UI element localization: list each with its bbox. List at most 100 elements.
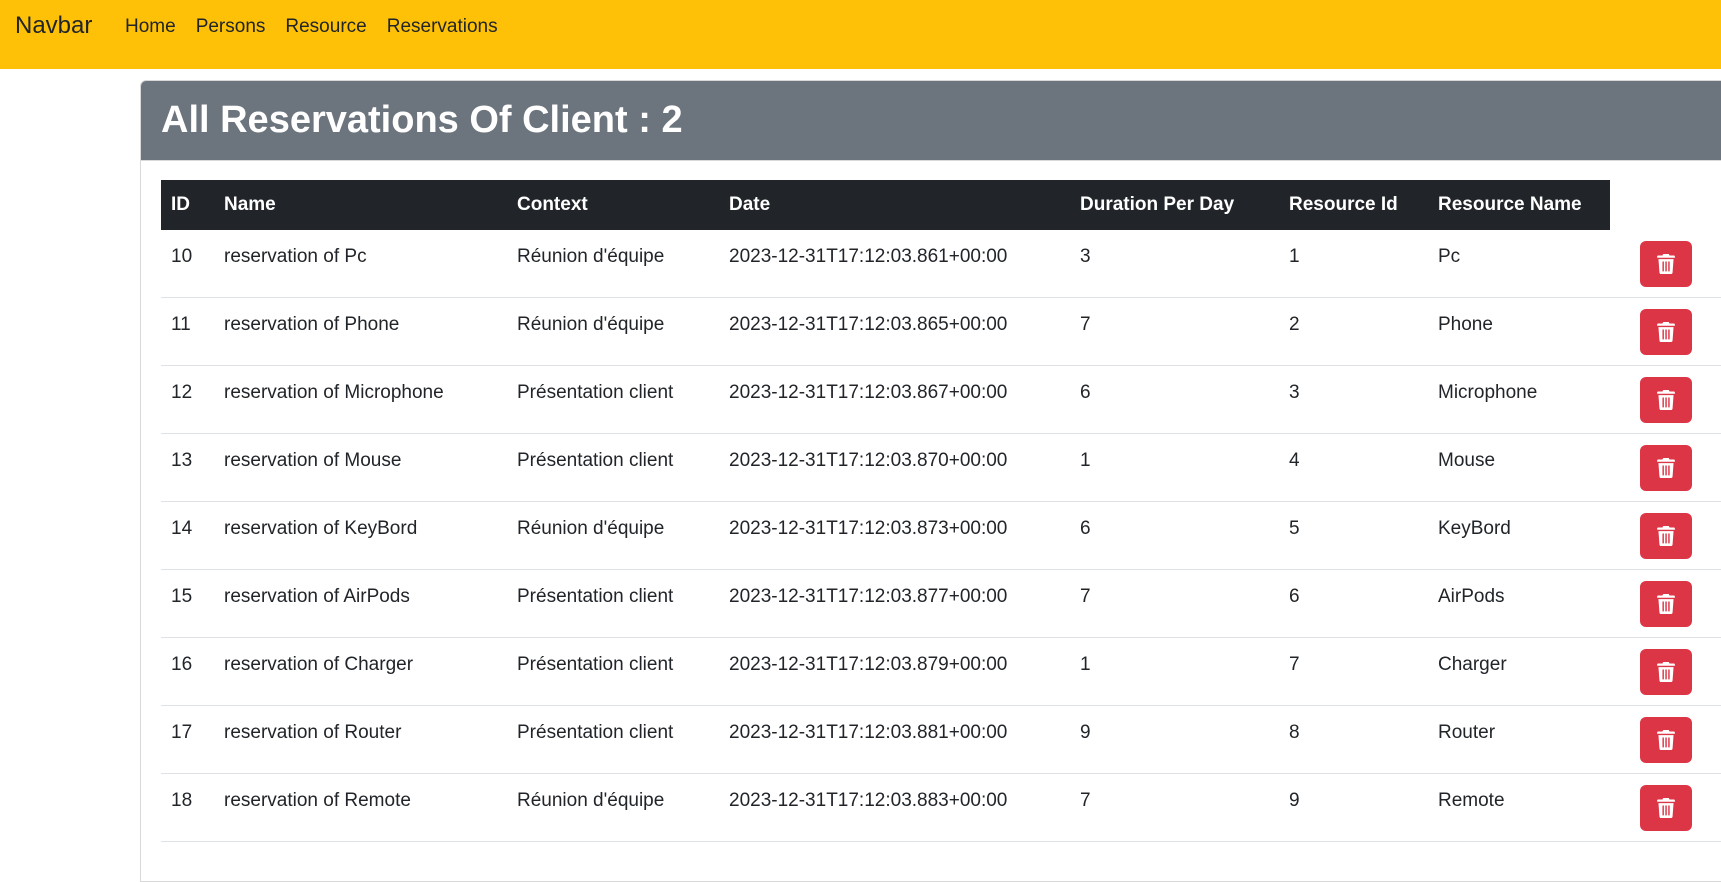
cell-resource-name: Pc: [1428, 230, 1610, 298]
cell-id-text: 13: [171, 449, 193, 471]
cell-resource-id-text: 7: [1289, 653, 1300, 675]
cell-resource-name: Charger: [1428, 637, 1610, 706]
cell-resource-id-text: 6: [1289, 585, 1300, 607]
cell-actions: [1610, 365, 1721, 434]
table-body: 10 reservation of Pc Réunion d'équipe 2023-…: [161, 230, 1721, 842]
cell-date: 2023-12-31T17:12:03.867+00:00: [719, 365, 1070, 434]
delete-button[interactable]: [1640, 580, 1692, 627]
cell-resource-name-text: AirPods: [1438, 585, 1505, 607]
cell-date: 2023-12-31T17:12:03.873+00:00: [719, 501, 1070, 570]
cell-id: 10: [161, 230, 214, 298]
trash-icon: [1657, 389, 1675, 410]
cell-resource-name-text: Charger: [1438, 653, 1507, 675]
delete-button[interactable]: [1640, 376, 1692, 423]
cell-name-text: reservation of Mouse: [224, 449, 402, 471]
delete-button[interactable]: [1640, 716, 1692, 763]
cell-resource-id-text: 1: [1289, 245, 1300, 267]
column-header-resource-id: Resource Id: [1279, 180, 1428, 230]
cell-id: 17: [161, 705, 214, 774]
cell-date-text: 2023-12-31T17:12:03.865+00:00: [729, 313, 1008, 335]
card-header: All Reservations Of Client : 2: [141, 81, 1721, 161]
cell-context: Réunion d'équipe: [507, 501, 719, 570]
cell-id-text: 12: [171, 381, 193, 403]
table-row: 11 reservation of Phone Réunion d'équipe 20…: [161, 297, 1721, 366]
cell-context-text: Présentation client: [517, 585, 674, 607]
cell-name: reservation of AirPods: [214, 569, 507, 638]
cell-id: 15: [161, 569, 214, 638]
page-title: All Reservations Of Client : 2: [161, 99, 683, 141]
table-row: 13 reservation of Mouse Présentation clien…: [161, 433, 1721, 502]
delete-button[interactable]: [1640, 444, 1692, 491]
cell-id: 12: [161, 365, 214, 434]
table-header-row: ID Name Context Date Duration Per Day Re…: [161, 180, 1721, 230]
cell-resource-id-text: 8: [1289, 721, 1300, 743]
cell-duration: 6: [1070, 501, 1279, 570]
cell-name-text: reservation of AirPods: [224, 585, 410, 607]
cell-resource-name: Phone: [1428, 297, 1610, 366]
cell-id-text: 17: [171, 721, 193, 743]
cell-resource-name: Remote: [1428, 773, 1610, 842]
cell-name: reservation of Mouse: [214, 433, 507, 502]
nav-link-resource[interactable]: Resource: [285, 16, 366, 38]
cell-actions: [1610, 433, 1721, 502]
cell-date: 2023-12-31T17:12:03.870+00:00: [719, 433, 1070, 502]
cell-resource-id: 5: [1279, 501, 1428, 570]
cell-name-text: reservation of Phone: [224, 313, 400, 335]
navbar-brand[interactable]: Navbar: [15, 12, 92, 40]
cell-context-text: Réunion d'équipe: [517, 517, 665, 539]
table-row: 14 reservation of KeyBord Réunion d'équipe…: [161, 501, 1721, 570]
cell-resource-name: Router: [1428, 705, 1610, 774]
cell-name: reservation of Charger: [214, 637, 507, 706]
cell-resource-id-text: 2: [1289, 313, 1300, 335]
nav-link-reservations[interactable]: Reservations: [387, 16, 498, 38]
nav-link-persons[interactable]: Persons: [196, 16, 266, 38]
nav-link-home[interactable]: Home: [125, 16, 176, 38]
cell-resource-id: 4: [1279, 433, 1428, 502]
cell-resource-name-text: KeyBord: [1438, 517, 1511, 539]
cell-resource-name-text: Mouse: [1438, 449, 1496, 471]
cell-context: Réunion d'équipe: [507, 230, 719, 298]
column-header-id: ID: [161, 180, 214, 230]
cell-duration-text: 1: [1080, 449, 1091, 471]
cell-resource-id-text: 3: [1289, 381, 1300, 403]
cell-resource-id: 3: [1279, 365, 1428, 434]
trash-icon: [1657, 661, 1675, 682]
column-header-context: Context: [507, 180, 719, 230]
cell-date-text: 2023-12-31T17:12:03.870+00:00: [729, 449, 1008, 471]
cell-date-text: 2023-12-31T17:12:03.873+00:00: [729, 517, 1008, 539]
table-row: 15 reservation of AirPods Présentation cli…: [161, 569, 1721, 638]
cell-resource-id: 7: [1279, 637, 1428, 706]
cell-duration: 1: [1070, 637, 1279, 706]
cell-resource-id: 2: [1279, 297, 1428, 366]
cell-context: Présentation client: [507, 637, 719, 706]
delete-button[interactable]: [1640, 512, 1692, 559]
cell-date: 2023-12-31T17:12:03.877+00:00: [719, 569, 1070, 638]
table-row: 18 reservation of Remote Réunion d'équipe 2…: [161, 773, 1721, 842]
cell-id: 18: [161, 773, 214, 842]
cell-date-text: 2023-12-31T17:12:03.879+00:00: [729, 653, 1008, 675]
reservations-card: All Reservations Of Client : 2 ID Name C…: [140, 80, 1721, 882]
cell-duration: 9: [1070, 705, 1279, 774]
cell-context-text: Présentation client: [517, 653, 674, 675]
cell-actions: [1610, 705, 1721, 774]
table-row: 17 reservation of Router Présentation clie…: [161, 705, 1721, 774]
cell-duration-text: 7: [1080, 585, 1091, 607]
cell-date: 2023-12-31T17:12:03.879+00:00: [719, 637, 1070, 706]
cell-resource-name: AirPods: [1428, 569, 1610, 638]
delete-button[interactable]: [1640, 648, 1692, 695]
cell-actions: [1610, 501, 1721, 570]
cell-actions: [1610, 297, 1721, 366]
cell-context-text: Présentation client: [517, 449, 674, 471]
nav-links: Home Persons Resource Reservations: [125, 16, 518, 38]
cell-duration-text: 7: [1080, 789, 1091, 811]
cell-id-text: 11: [171, 313, 191, 335]
trash-icon: [1657, 593, 1675, 614]
cell-resource-id: 1: [1279, 230, 1428, 298]
cell-name-text: reservation of Router: [224, 721, 402, 743]
delete-button[interactable]: [1640, 784, 1692, 831]
column-header-resource-name: Resource Name: [1428, 180, 1610, 230]
cell-resource-name-text: Router: [1438, 721, 1496, 743]
delete-button[interactable]: [1640, 240, 1692, 287]
delete-button[interactable]: [1640, 308, 1692, 355]
cell-id: 13: [161, 433, 214, 502]
